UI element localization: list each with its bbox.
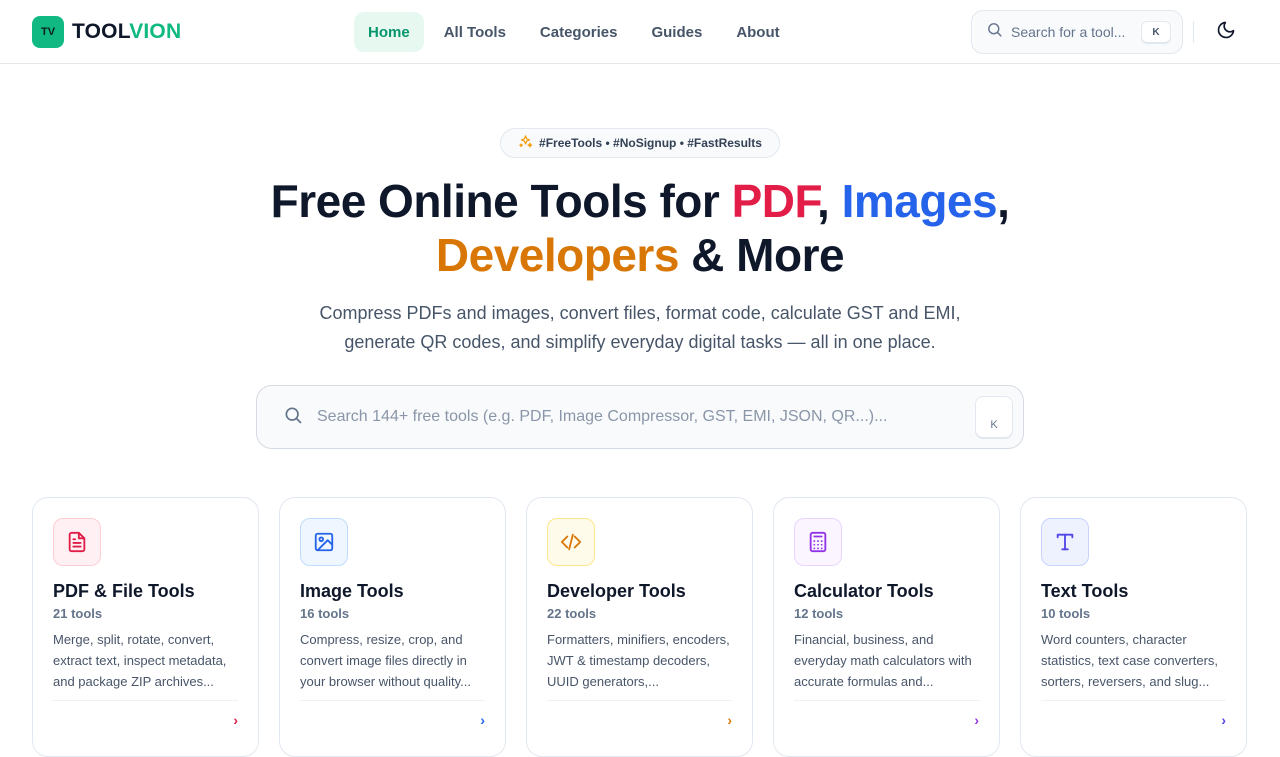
card-description: Word counters, character statistics, tex…: [1041, 632, 1219, 689]
card-title: Image Tools: [300, 581, 404, 601]
nav-guides[interactable]: Guides: [637, 12, 716, 52]
card-count: 21 tools: [53, 606, 103, 621]
moon-icon: [1216, 20, 1236, 45]
hero-badge: #FreeTools • #NoSignup • #FastResults: [500, 128, 780, 158]
card-divider: [794, 700, 979, 701]
card-divider: [300, 700, 485, 701]
hero-title-developers: Developers: [435, 229, 680, 281]
card-title: Text Tools: [1041, 581, 1129, 601]
hero-title-part1: Free Online Tools for: [270, 175, 732, 227]
arrow-right-icon: ›: [974, 712, 979, 728]
search-icon: [283, 405, 303, 430]
card-title: Developer Tools: [547, 581, 686, 601]
card-count: 22 tools: [547, 606, 597, 621]
arrow-right-icon: ›: [233, 712, 238, 728]
card-description: Compress, resize, crop, and convert imag…: [300, 632, 471, 689]
category-card-image[interactable]: Image Tools 16 tools Compress, resize, c…: [279, 497, 506, 757]
logo-mark: TV: [32, 16, 64, 48]
card-count: 12 tools: [794, 606, 844, 621]
card-description: Financial, business, and everyday math c…: [794, 632, 972, 689]
card-count: 16 tools: [300, 606, 350, 621]
arrow-right-icon: ›: [727, 712, 732, 728]
nav-all-tools[interactable]: All Tools: [430, 12, 520, 52]
hero-title-part2: & More: [678, 229, 845, 281]
logo-text: TOOLVION: [72, 20, 181, 44]
card-divider: [1041, 700, 1226, 701]
card-description: Merge, split, rotate, convert, extract t…: [53, 632, 227, 689]
hero-title-pdf: PDF: [731, 175, 818, 227]
main-search[interactable]: K: [256, 385, 1024, 449]
nav-home[interactable]: Home: [354, 12, 424, 52]
card-divider: [53, 700, 238, 701]
image-icon: [300, 518, 348, 566]
hero-title-images: Images: [841, 175, 998, 227]
category-card-text[interactable]: Text Tools 10 tools Word counters, chara…: [1020, 497, 1247, 757]
card-title: PDF & File Tools: [53, 581, 195, 601]
category-card-developer[interactable]: Developer Tools 22 tools Formatters, min…: [526, 497, 753, 757]
hero-title: Free Online Tools for PDF, Images, Develo…: [140, 174, 1140, 282]
category-card-calculator[interactable]: Calculator Tools 12 tools Financial, bus…: [773, 497, 1000, 757]
hero-badge-text: #FreeTools • #NoSignup • #FastResults: [539, 136, 762, 150]
file-text-icon: [53, 518, 101, 566]
hero-subtitle-line2: generate QR codes, and simplify everyday…: [344, 332, 936, 352]
card-divider: [547, 700, 732, 701]
site-header: TV TOOLVION Home All Tools Categories Gu…: [0, 0, 1280, 64]
nav-about[interactable]: About: [722, 12, 793, 52]
header-divider: [1193, 21, 1194, 43]
calculator-icon: [794, 518, 842, 566]
card-title: Calculator Tools: [794, 581, 934, 601]
hero-title-comma2: ,: [997, 175, 1010, 227]
theme-toggle-button[interactable]: [1210, 16, 1242, 48]
main-search-input[interactable]: [317, 408, 975, 426]
search-icon: [986, 21, 1003, 43]
header-search-input[interactable]: [1011, 24, 1133, 40]
nav-categories[interactable]: Categories: [526, 12, 632, 52]
logo[interactable]: TV TOOLVION: [32, 16, 181, 48]
shortcut-key: K: [975, 396, 1013, 438]
arrow-right-icon: ›: [1221, 712, 1226, 728]
card-count: 10 tools: [1041, 606, 1091, 621]
category-card-pdf[interactable]: PDF & File Tools 21 tools Merge, split, …: [32, 497, 259, 757]
hero-subtitle: Compress PDFs and images, convert files,…: [290, 299, 990, 357]
main-nav: Home All Tools Categories Guides About: [354, 12, 800, 52]
type-icon: [1041, 518, 1089, 566]
header-search[interactable]: K: [971, 10, 1183, 54]
card-description: Formatters, minifiers, encoders, JWT & t…: [547, 632, 730, 689]
arrow-right-icon: ›: [480, 712, 485, 728]
category-cards: PDF & File Tools 21 tools Merge, split, …: [32, 497, 1248, 757]
logo-text-part1: TOOL: [72, 20, 130, 43]
sparkles-icon: [518, 134, 533, 152]
logo-text-part2: VION: [129, 20, 182, 43]
hero-title-comma1: ,: [817, 175, 842, 227]
hero-subtitle-line1: Compress PDFs and images, convert files,…: [319, 303, 961, 323]
shortcut-key: K: [1141, 21, 1171, 43]
code-icon: [547, 518, 595, 566]
